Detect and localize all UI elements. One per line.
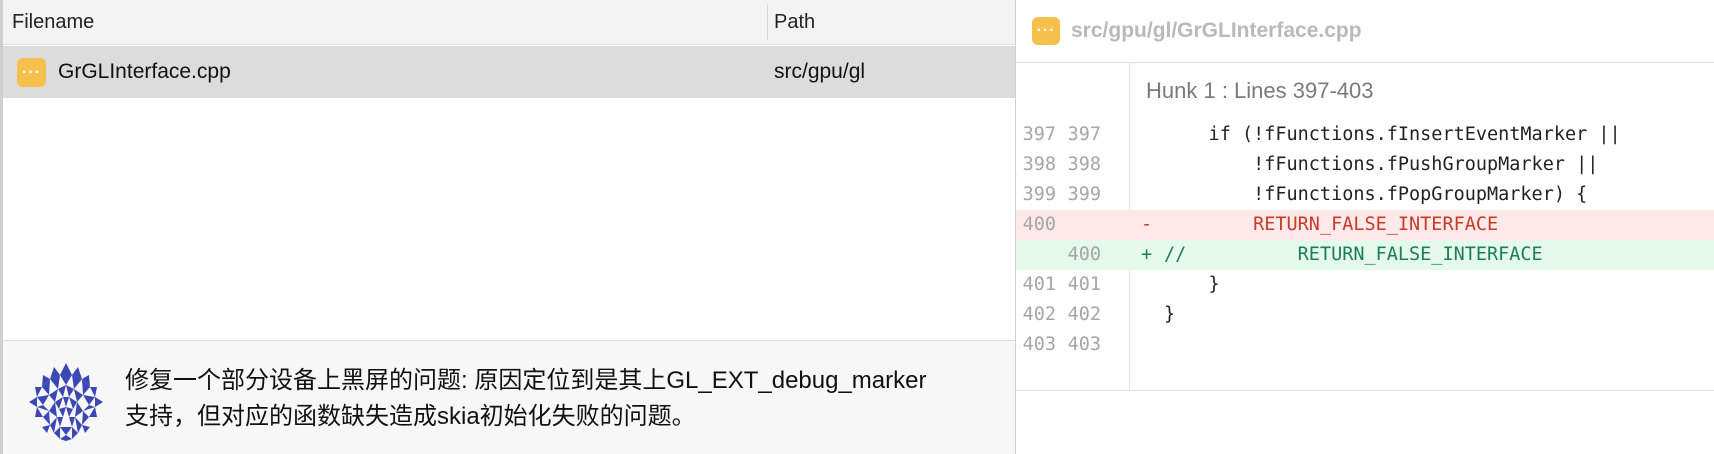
old-line-number: 398 (1022, 154, 1056, 175)
code-text: RETURN_FALSE_INTERFACE (1164, 214, 1499, 235)
old-line-number: 397 (1022, 124, 1056, 145)
code-text: if (!fFunctions.fInsertEventMarker || (1164, 124, 1621, 145)
diff-header: ··· src/gpu/gl/GrGLInterface.cpp (1016, 0, 1714, 63)
new-line-number: 400 (1067, 244, 1101, 265)
diff-line: 402 402} (1016, 300, 1714, 330)
diff-sign: + (1141, 244, 1153, 265)
column-separator[interactable] (767, 4, 768, 40)
commit-message-line: 修复一个部分设备上黑屏的问题: 原因定位到是其上GL_EXT_debug_mar… (125, 367, 927, 394)
code-text: // RETURN_FALSE_INTERFACE (1164, 244, 1543, 265)
commit-message: 修复一个部分设备上黑屏的问题: 原因定位到是其上GL_EXT_debug_mar… (125, 363, 1005, 435)
code-text: !fFunctions.fPopGroupMarker) { (1164, 184, 1588, 205)
code-text: } (1164, 274, 1220, 295)
file-row[interactable]: ··· GrGLInterface.cpp src/gpu/gl (3, 46, 1015, 98)
new-line-number: 401 (1067, 274, 1101, 295)
avatar (29, 363, 103, 441)
file-list-pane: Filename Path ··· GrGLInterface.cpp src/… (0, 0, 1015, 454)
diff-file-path: src/gpu/gl/GrGLInterface.cpp (1071, 19, 1362, 42)
column-header-path[interactable]: Path (774, 0, 815, 44)
cpp-file-icon: ··· (1032, 17, 1060, 45)
old-line-number: 403 (1022, 334, 1056, 355)
diff-line: 400 + // RETURN_FALSE_INTERFACE (1016, 240, 1714, 270)
diff-line: 397 397 if (!fFunctions.fInsertEventMarke… (1016, 120, 1714, 150)
new-line-number: 397 (1067, 124, 1101, 145)
file-row-filename: GrGLInterface.cpp (58, 60, 231, 83)
new-line-number: 402 (1067, 304, 1101, 325)
column-header-filename[interactable]: Filename (12, 0, 94, 44)
commit-message-area: 修复一个部分设备上黑屏的问题: 原因定位到是其上GL_EXT_debug_mar… (3, 341, 1015, 454)
old-line-number: 400 (1022, 214, 1056, 235)
diff-sign: - (1141, 214, 1153, 235)
file-list-header: Filename Path (3, 0, 1015, 45)
new-line-number: 399 (1067, 184, 1101, 205)
code-text: } (1164, 304, 1176, 325)
diff-line: 401 401 } (1016, 270, 1714, 300)
new-line-number: 398 (1067, 154, 1101, 175)
old-line-number: 401 (1022, 274, 1056, 295)
diff-line: 398 398 !fFunctions.fPushGroupMarker || (1016, 150, 1714, 180)
old-line-number: 402 (1022, 304, 1056, 325)
diff-bottom-border (1016, 390, 1714, 391)
new-line-number: 403 (1067, 334, 1101, 355)
old-line-number: 399 (1022, 184, 1056, 205)
diff-pane: ··· src/gpu/gl/GrGLInterface.cpp Hunk 1 … (1016, 0, 1714, 454)
cpp-file-icon: ··· (17, 58, 46, 87)
code-text: !fFunctions.fPushGroupMarker || (1164, 154, 1599, 175)
diff-line: 400 - RETURN_FALSE_INTERFACE (1016, 210, 1714, 240)
file-row-path: src/gpu/gl (774, 60, 866, 83)
commit-message-line: 支持，但对应的函数缺失造成skia初始化失败的问题。 (125, 403, 696, 430)
diff-line: 399 399 !fFunctions.fPopGroupMarker) { (1016, 180, 1714, 210)
hunk-header: Hunk 1 : Lines 397-403 (1146, 78, 1374, 103)
diff-line: 403 403 (1016, 330, 1714, 360)
